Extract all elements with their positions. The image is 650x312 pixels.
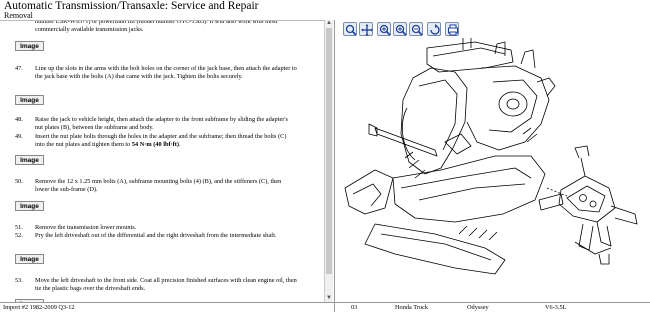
step-number: 53. [15,277,23,284]
step-text-end: . [178,141,181,149]
step-text: Insert the nut plate bolts through the h… [35,133,297,150]
image-button[interactable]: Image [15,41,44,51]
step-text: Move the left driveshaft to the front si… [35,277,297,293]
scroll-up-icon[interactable]: ▲ [325,20,333,27]
torque-spec: 54 N·m (40 lbf·ft) [131,141,179,149]
step-text: Remove the 12 x 1.25 mm bolts (A), subfr… [35,178,282,194]
scroll-down-icon[interactable]: ▼ [325,295,333,302]
scroll-thumb[interactable] [326,28,332,274]
step-number: 50. [15,178,23,185]
zoom-fit-icon[interactable] [343,22,357,36]
page-subtitle: Removal [4,11,33,20]
pan-icon[interactable] [359,22,373,36]
zoom-in-icon[interactable] [377,22,391,36]
step-text: number LSK-W9571) or powertrain lift (mo… [35,20,278,34]
rotate-icon[interactable] [427,22,441,36]
zoom-in-2-icon[interactable] [393,22,407,36]
subframe-removal-illustration [344,38,638,275]
step-number: 52. [15,232,23,239]
step-text: Raise the jack to vehicle height, then a… [35,116,288,132]
image-button[interactable]: Image [15,254,44,264]
procedure-text-pane[interactable]: number LSK-W9571) or powertrain lift (mo… [0,20,324,303]
image-button[interactable]: Image [15,155,44,165]
image-button[interactable]: Image [15,95,44,105]
step-text: Line up the slots in the arms with the b… [35,65,297,81]
step-number: 48. [15,116,23,123]
image-button[interactable]: Image [15,201,44,211]
step-text: Pry the left driveshaft out of the diffe… [35,232,277,239]
page-title: Automatic Transmission/Transaxle: Servic… [4,0,259,12]
illustration-pane [334,20,650,302]
print-icon[interactable] [445,22,459,36]
zoom-out-icon[interactable] [409,22,423,36]
window-header: Automatic Transmission/Transaxle: Servic… [0,0,650,20]
step-number: 49. [15,133,23,140]
vertical-scrollbar[interactable]: ▲ ▼ [324,20,333,302]
step-number: 47. [15,65,23,72]
